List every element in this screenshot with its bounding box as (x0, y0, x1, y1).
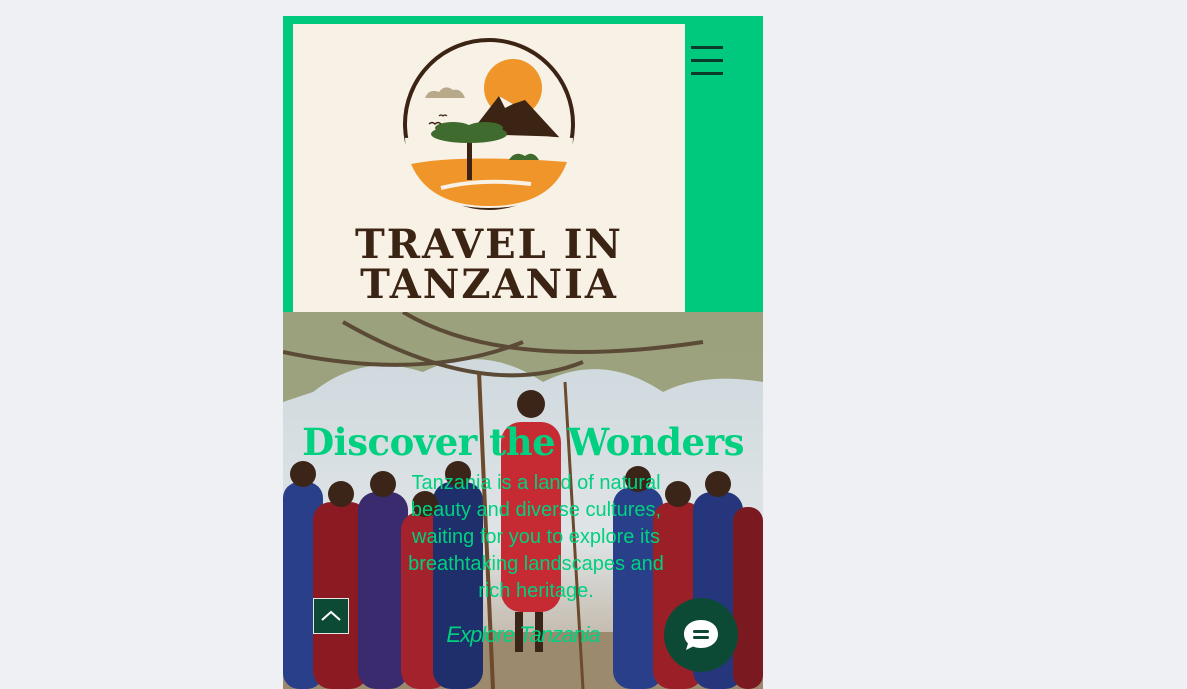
logo-title-line2: TANZANIA (360, 261, 618, 308)
site-container: TRAVEL IN TANZANIA Discover the Wonders … (283, 16, 763, 689)
explore-tanzania-link[interactable]: Explore Tanzania (423, 622, 623, 648)
hamburger-menu-icon[interactable] (689, 44, 725, 78)
site-logo[interactable]: TRAVEL IN TANZANIA (293, 24, 685, 312)
hero-description: Tanzania is a land of natural beauty and… (408, 472, 664, 602)
logo-emblem-icon (403, 38, 575, 210)
hero-section: Discover the Wonders Tanzania is a land … (283, 312, 763, 689)
chat-button[interactable] (664, 598, 738, 672)
hero-title: Discover the Wonders (302, 420, 744, 464)
chat-bubble-icon (684, 620, 718, 650)
logo-title-line1: TRAVEL IN (355, 221, 623, 268)
chevron-up-icon (321, 610, 341, 621)
scroll-to-top-button[interactable] (313, 598, 349, 634)
